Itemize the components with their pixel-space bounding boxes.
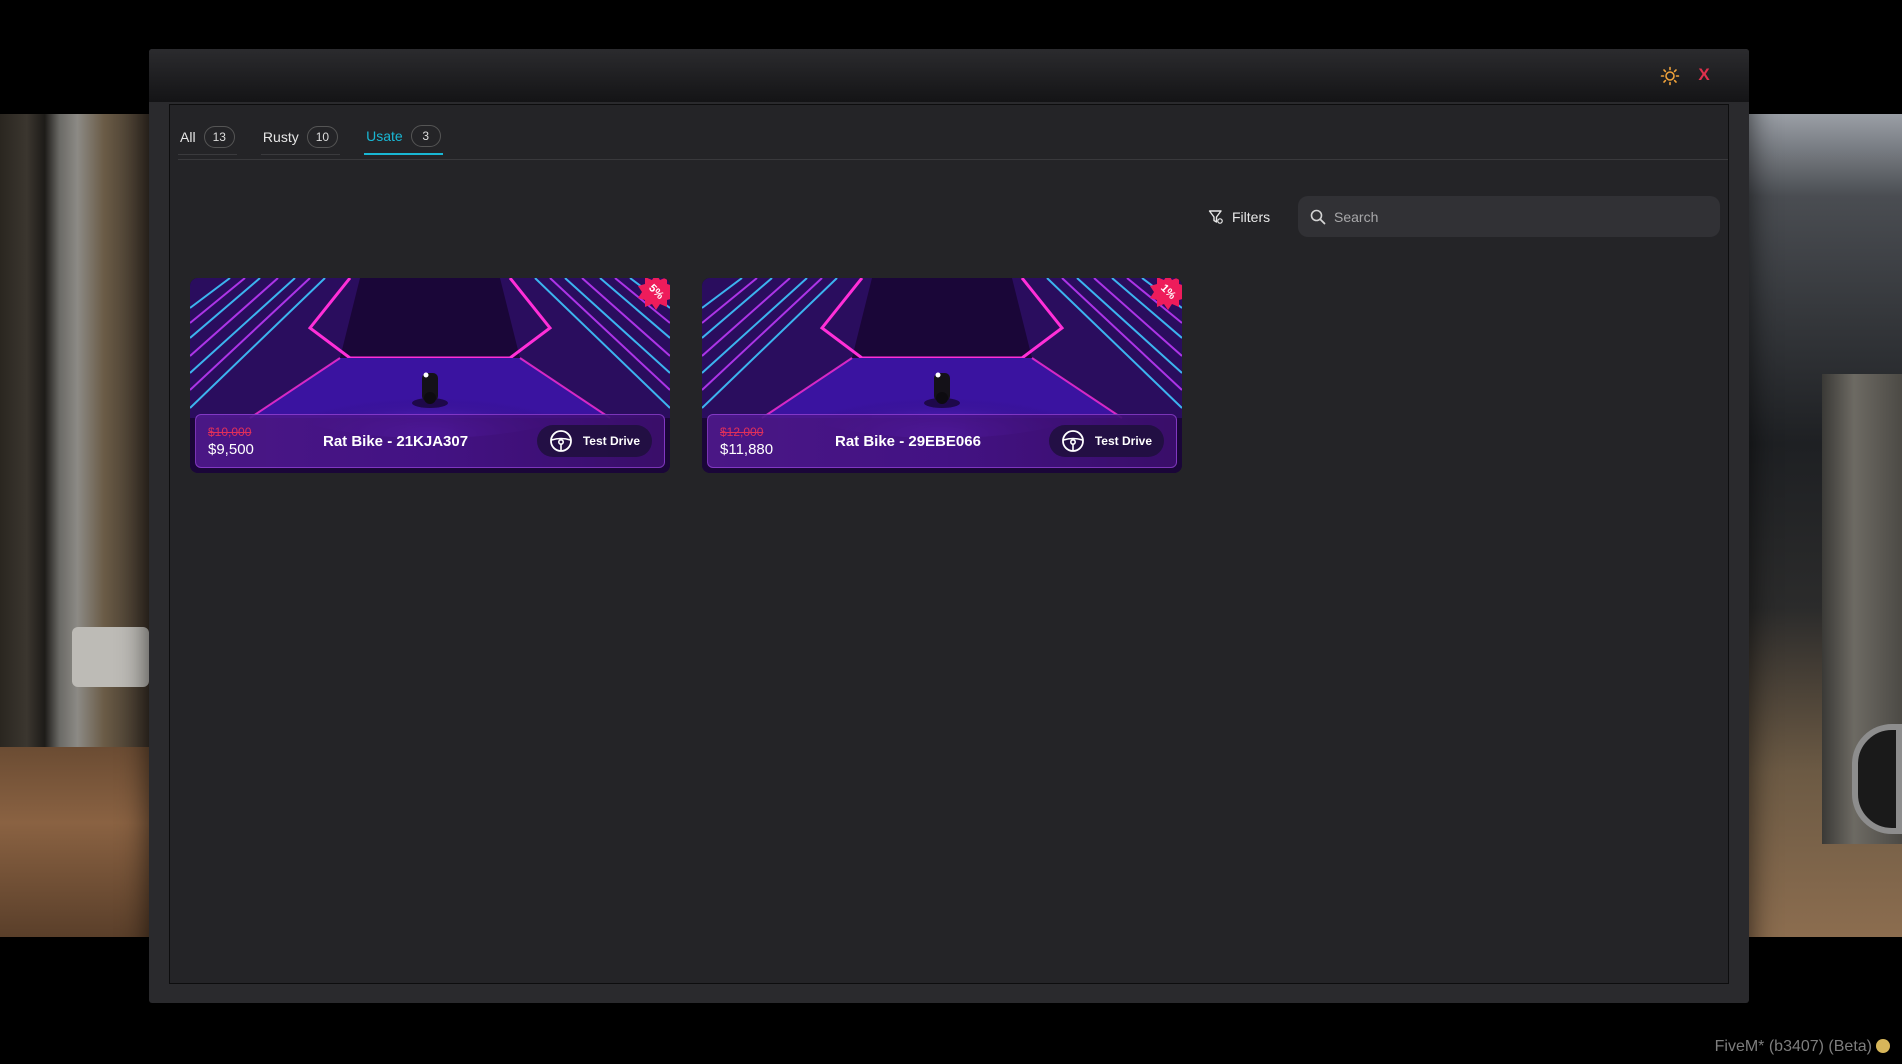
tab-label: Rusty [262, 128, 299, 145]
tabs-divider [178, 159, 1728, 160]
sun-icon [1660, 66, 1680, 86]
current-price: $9,500 [208, 440, 254, 458]
theme-toggle-button[interactable] [1657, 63, 1683, 89]
window-titlebar: X [149, 49, 1749, 102]
test-drive-label: Test Drive [582, 434, 640, 448]
old-price: $12,000 [720, 424, 764, 439]
tab-count-badge: 13 [203, 125, 235, 148]
search-box [1298, 196, 1720, 237]
game-background-right [1749, 114, 1902, 937]
client-logo-icon [1876, 1039, 1890, 1053]
price-block: $12,000 $11,880 [720, 425, 835, 458]
background-wheel [1852, 724, 1902, 834]
steering-wheel-icon [549, 430, 572, 452]
vehicle-info-bar: $10,000 $9,500 Rat Bike - 21KJA307 Test … [195, 414, 665, 468]
discount-badge: 1% [1148, 278, 1182, 312]
filters-label: Filters [1232, 209, 1271, 225]
vehicle-card[interactable]: $10,000 $9,500 Rat Bike - 21KJA307 Test … [190, 278, 670, 473]
screen: X All 13 Rusty 10 Usate 3 Filters Search… [0, 0, 1902, 1064]
search-icon [1310, 209, 1326, 224]
search-input[interactable] [1334, 208, 1694, 225]
client-version-watermark: FiveM* (b3407) (Beta) [1715, 1038, 1890, 1056]
client-version-text: FiveM* (b3407) (Beta) [1714, 1038, 1872, 1055]
vehicle-card[interactable]: $12,000 $11,880 Rat Bike - 29EBE066 Test… [702, 278, 1182, 473]
tab-count-badge: 10 [306, 125, 339, 148]
tab-all[interactable]: All 13 [178, 119, 237, 155]
price-block: $10,000 $9,500 [208, 425, 323, 458]
category-tabs: All 13 Rusty 10 Usate 3 [178, 119, 443, 159]
vehicle-name: Rat Bike - 29EBE066 [835, 432, 981, 450]
old-price: $10,000 [208, 424, 252, 439]
vehicle-name: Rat Bike - 21KJA307 [323, 432, 469, 450]
test-drive-button[interactable]: Test Drive [1048, 425, 1164, 457]
test-drive-label: Test Drive [1094, 434, 1152, 448]
vehicle-grid: $10,000 $9,500 Rat Bike - 21KJA307 Test … [190, 278, 1182, 473]
tab-label: All [180, 128, 196, 145]
dealership-window: X All 13 Rusty 10 Usate 3 Filters Search… [149, 49, 1749, 1003]
current-price: $11,880 [720, 440, 774, 458]
close-button[interactable]: X [1693, 61, 1715, 89]
test-drive-button[interactable]: Test Drive [536, 425, 652, 457]
tab-usate[interactable]: Usate 3 [364, 119, 443, 155]
filter-icon [1208, 210, 1223, 224]
tab-count-badge: 3 [410, 125, 441, 147]
filters-button[interactable]: Filters [1208, 205, 1270, 229]
tab-rusty[interactable]: Rusty 10 [260, 119, 341, 155]
background-couch [72, 627, 149, 687]
vehicle-info-bar: $12,000 $11,880 Rat Bike - 29EBE066 Test… [707, 414, 1177, 468]
discount-badge: 5% [636, 278, 670, 312]
tab-label: Usate [366, 128, 403, 144]
game-background-left [0, 114, 149, 937]
steering-wheel-icon [1061, 430, 1084, 452]
main-panel: All 13 Rusty 10 Usate 3 Filters Search $… [169, 104, 1729, 984]
background-floor [0, 747, 149, 937]
